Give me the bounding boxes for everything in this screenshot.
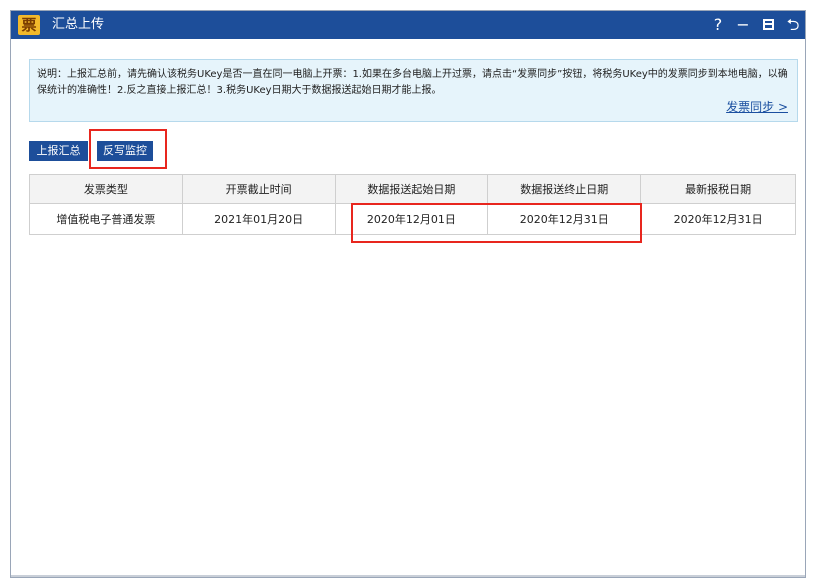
- header-report-end-date: 数据报送终止日期: [487, 174, 642, 204]
- restore-button[interactable]: [758, 14, 778, 36]
- header-latest-tax-date: 最新报税日期: [640, 174, 796, 204]
- header-invoice-type: 发票类型: [29, 174, 183, 204]
- notice-text: 说明：上报汇总前，请先确认该税务UKey是否一直在同一电脑上开票：1.如果在多台…: [37, 69, 788, 96]
- bottom-divider: [11, 575, 805, 577]
- writeback-monitor-button[interactable]: 反写监控: [97, 141, 153, 161]
- table-row[interactable]: 增值税电子普通发票 2021年01月20日 2020年12月01日 2020年1…: [29, 203, 796, 235]
- cell-latest-tax-date: 2020年12月31日: [640, 203, 796, 235]
- invoice-sync-link[interactable]: 发票同步 >: [726, 98, 788, 115]
- cell-report-end-date: 2020年12月31日: [487, 203, 642, 235]
- header-report-start-date: 数据报送起始日期: [334, 174, 489, 204]
- cell-report-start-date: 2020年12月01日: [334, 203, 489, 235]
- header-issue-deadline: 开票截止时间: [181, 174, 336, 204]
- window-title: 汇总上传: [52, 17, 105, 32]
- notice-panel: 说明：上报汇总前，请先确认该税务UKey是否一直在同一电脑上开票：1.如果在多台…: [29, 59, 798, 122]
- back-button[interactable]: ⮌: [783, 14, 803, 36]
- title-bar: 票 汇总上传 ? − ⮌: [11, 11, 805, 39]
- cell-issue-deadline: 2021年01月20日: [181, 203, 336, 235]
- cell-invoice-type: 增值税电子普通发票: [29, 203, 183, 235]
- restore-icon: [762, 19, 774, 30]
- summary-upload-window: 票 汇总上传 ? − ⮌ 说明：上报汇总前，请先确认该税务UKey是否一直在同一…: [10, 10, 806, 578]
- invoice-app-icon: 票: [18, 15, 40, 35]
- help-button[interactable]: ?: [708, 14, 728, 36]
- table-header-row: 发票类型 开票截止时间 数据报送起始日期 数据报送终止日期 最新报税日期: [29, 174, 796, 204]
- minimize-button[interactable]: −: [733, 14, 753, 36]
- upload-summary-button[interactable]: 上报汇总: [29, 141, 88, 161]
- summary-table: 发票类型 开票截止时间 数据报送起始日期 数据报送终止日期 最新报税日期 增值税…: [29, 174, 796, 235]
